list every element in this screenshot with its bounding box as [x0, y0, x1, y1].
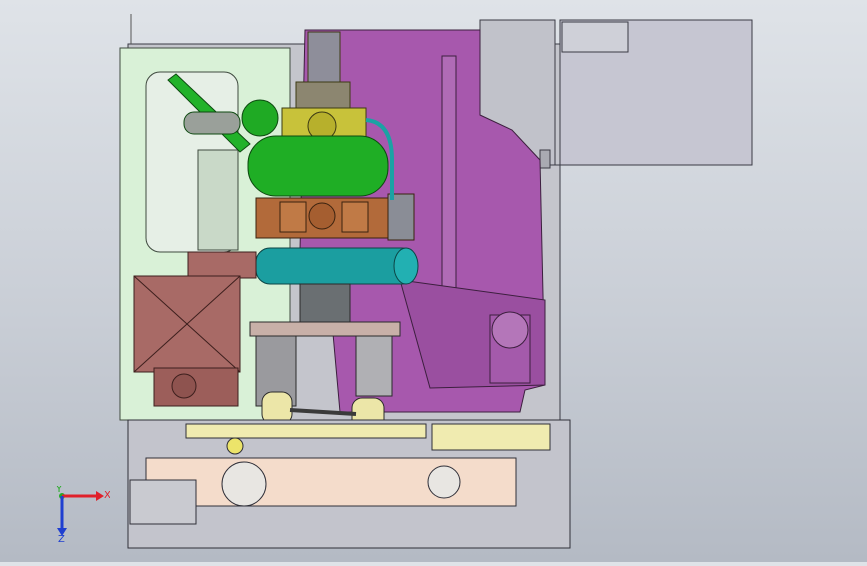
- x-axis-label: X: [104, 490, 110, 501]
- assembly-view[interactable]: [0, 0, 867, 562]
- cad-viewport[interactable]: X Y Z: [0, 0, 867, 562]
- y-axis-label: Y: [55, 486, 63, 495]
- axis-triad: X Y Z: [55, 486, 110, 542]
- brown-block[interactable]: [255, 193, 415, 241]
- z-axis-arrow: [57, 496, 67, 536]
- x-axis-arrow: [62, 491, 104, 501]
- z-axis-label: Z: [58, 534, 65, 542]
- lower-base[interactable]: [127, 419, 571, 549]
